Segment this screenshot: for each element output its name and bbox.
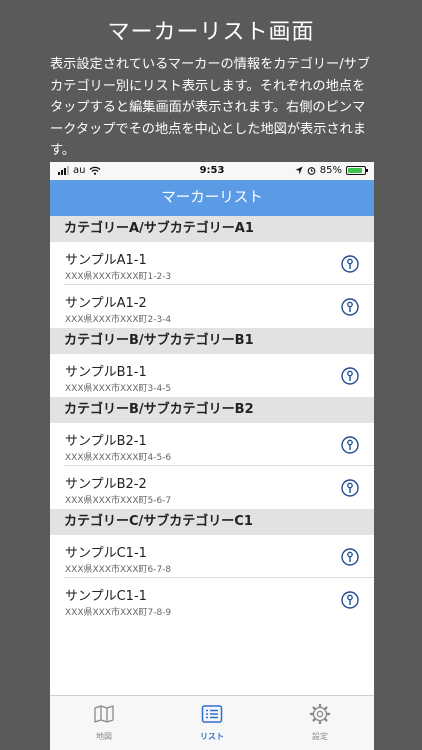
tab-list[interactable]: リスト [158, 696, 266, 750]
marker-row[interactable]: サンプルB2-1 XXX県XXX市XXX町4-5-6 [50, 423, 374, 466]
promo-description: 表示設定されているマーカーの情報をカテゴリー/サブカテゴリー別にリスト表示します… [50, 57, 371, 158]
gear-icon [309, 703, 331, 728]
marker-row[interactable]: サンプルA1-2 XXX県XXX市XXX町2-3-4 [50, 285, 374, 328]
phone-screen: au 9:53 85% マーカーリスト カテゴリーA/サブカテゴリーA1 サンプル… [50, 162, 374, 750]
marker-title: サンプルB1-1 [65, 365, 147, 380]
marker-title: サンプルC1-1 [65, 589, 147, 604]
marker-address: XXX県XXX市XXX町3-4-5 [65, 384, 172, 394]
map-pin-icon[interactable] [340, 254, 360, 274]
map-pin-icon[interactable] [340, 478, 360, 498]
tab-gear[interactable]: 設定 [266, 696, 374, 750]
battery-icon [346, 166, 368, 175]
status-bar: au 9:53 85% [50, 162, 374, 180]
section-header: カテゴリーA/サブカテゴリーA1 [50, 216, 374, 242]
map-pin-icon[interactable] [340, 297, 360, 317]
marker-title: サンプルB2-2 [65, 477, 147, 492]
section-header: カテゴリーC/サブカテゴリーC1 [50, 509, 374, 535]
map-pin-icon[interactable] [340, 366, 360, 386]
marker-address: XXX県XXX市XXX町7-8-9 [65, 608, 172, 618]
alarm-icon [307, 167, 316, 175]
list-icon [201, 704, 223, 728]
tab-label: 設定 [312, 732, 328, 741]
tab-label: リスト [200, 732, 224, 741]
marker-address: XXX県XXX市XXX町6-7-8 [65, 565, 172, 575]
marker-row[interactable]: サンプルB1-1 XXX県XXX市XXX町3-4-5 [50, 354, 374, 397]
location-arrow-icon [295, 166, 303, 175]
marker-row[interactable]: サンプルC1-1 XXX県XXX市XXX町6-7-8 [50, 535, 374, 578]
nav-title: マーカーリスト [50, 180, 374, 216]
marker-row[interactable]: サンプルA1-1 XXX県XXX市XXX町1-2-3 [50, 242, 374, 285]
marker-title: サンプルC1-1 [65, 546, 147, 561]
marker-title: サンプルA1-2 [65, 296, 147, 311]
section-header: カテゴリーB/サブカテゴリーB2 [50, 397, 374, 423]
map-pin-icon[interactable] [340, 590, 360, 610]
map-pin-icon[interactable] [340, 435, 360, 455]
marker-address: XXX県XXX市XXX町2-3-4 [65, 315, 172, 325]
marker-row[interactable]: サンプルB2-2 XXX県XXX市XXX町5-6-7 [50, 466, 374, 509]
marker-title: サンプルA1-1 [65, 253, 147, 268]
battery-percent: 85% [319, 165, 342, 176]
marker-address: XXX県XXX市XXX町4-5-6 [65, 453, 172, 463]
tab-bar: 地図 リスト 設定 [50, 695, 374, 750]
marker-address: XXX県XXX市XXX町1-2-3 [65, 272, 172, 282]
map-pin-icon[interactable] [340, 547, 360, 567]
marker-title: サンプルB2-1 [65, 434, 147, 449]
promo-title: マーカーリスト画面 [107, 20, 315, 45]
map-icon [93, 704, 115, 728]
marker-list[interactable]: カテゴリーA/サブカテゴリーA1 サンプルA1-1 XXX県XXX市XXX町1-2-… [50, 216, 374, 696]
section-header: カテゴリーB/サブカテゴリーB1 [50, 328, 374, 354]
tab-map[interactable]: 地図 [50, 696, 158, 750]
marker-address: XXX県XXX市XXX町5-6-7 [65, 496, 172, 506]
marker-row[interactable]: サンプルC1-1 XXX県XXX市XXX町7-8-9 [50, 578, 374, 621]
tab-label: 地図 [96, 732, 112, 741]
